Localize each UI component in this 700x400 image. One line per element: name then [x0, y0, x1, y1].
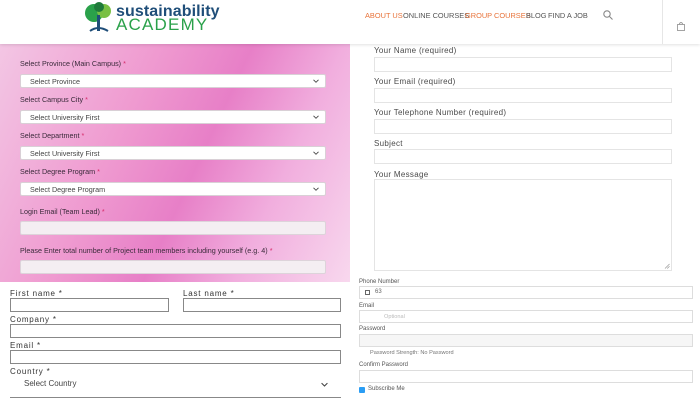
contact-phone-input[interactable]	[374, 119, 672, 134]
phone-code: 63	[375, 289, 382, 295]
chevron-down-icon	[313, 115, 319, 119]
nav-find-a-job[interactable]: FIND A JOB	[548, 11, 588, 20]
nav-online-courses[interactable]: ONLINE COURSES	[403, 11, 469, 20]
last-name-input[interactable]	[183, 298, 341, 312]
campus-city-label: Select Campus City *	[20, 95, 88, 104]
province-select[interactable]: Select Province	[20, 74, 326, 88]
contact-email-input[interactable]	[374, 88, 672, 103]
chevron-down-icon	[313, 79, 319, 83]
email-label: Email *	[10, 341, 41, 350]
team-members-label: Please Enter total number of Project tea…	[20, 246, 273, 255]
account-email-input[interactable]: Optional	[359, 310, 693, 323]
contact-subject-input[interactable]	[374, 149, 672, 164]
bag-icon	[677, 22, 685, 31]
confirm-password-label: Confirm Password	[359, 362, 409, 368]
contact-phone-label: Your Telephone Number (required)	[374, 108, 507, 117]
subscribe-label: Subscribe Me	[368, 386, 405, 392]
account-email-placeholder: Optional	[384, 314, 405, 320]
degree-label: Select Degree Program *	[20, 167, 100, 176]
contact-name-input[interactable]	[374, 57, 672, 72]
chevron-down-icon	[313, 151, 319, 155]
department-select[interactable]: Select University First	[20, 146, 326, 160]
password-strength-text: Password Strength: No Password	[370, 350, 454, 356]
company-input[interactable]	[10, 324, 341, 338]
site-header: sustainability ACADEMY ABOUT US ONLINE C…	[0, 0, 700, 44]
nav-about-us[interactable]: ABOUT US	[365, 11, 403, 20]
contact-subject-label: Subject	[374, 139, 403, 148]
nav-blog[interactable]: BLOG	[526, 11, 547, 20]
login-email-label: Login Email (Team Lead) *	[20, 207, 105, 216]
email-input[interactable]	[10, 350, 341, 364]
department-label: Select Department *	[20, 131, 85, 140]
campus-city-select[interactable]: Select University First	[20, 110, 326, 124]
contact-message-textarea[interactable]	[374, 179, 672, 271]
contact-email-label: Your Email (required)	[374, 77, 456, 86]
password-input[interactable]	[359, 334, 693, 347]
confirm-password-input[interactable]	[359, 370, 693, 383]
contact-name-label: Your Name (required)	[374, 46, 457, 55]
password-label: Password	[359, 326, 386, 332]
team-members-input[interactable]	[20, 260, 326, 274]
degree-select[interactable]: Select Degree Program	[20, 182, 326, 196]
account-email-label: Email	[359, 303, 375, 309]
subscribe-checkbox[interactable]	[359, 387, 365, 393]
login-email-input[interactable]	[20, 221, 326, 235]
cart-button[interactable]	[662, 0, 700, 44]
country-select-underline	[10, 397, 341, 398]
first-name-input[interactable]	[10, 298, 169, 312]
country-select[interactable]: Select Country	[10, 377, 340, 392]
logo-text-bottom: ACADEMY	[116, 15, 209, 34]
chevron-down-icon	[321, 382, 328, 387]
search-icon[interactable]	[602, 9, 614, 21]
nav-group-courses[interactable]: GROUP COURSES	[465, 11, 531, 20]
country-label: Country *	[10, 367, 51, 376]
logo-mark-icon	[85, 2, 111, 32]
phone-number-label: Phone Number	[359, 279, 400, 285]
site-logo[interactable]: sustainability ACADEMY	[82, 1, 232, 35]
chevron-down-icon	[313, 187, 319, 191]
country-flag-icon[interactable]	[365, 290, 370, 295]
province-label: Select Province (Main Campus) *	[20, 59, 126, 68]
company-label: Company *	[10, 315, 57, 324]
phone-number-input[interactable]: 63	[359, 286, 693, 299]
last-name-label: Last name *	[183, 289, 235, 298]
resize-grip-icon[interactable]	[664, 263, 670, 269]
first-name-label: First name *	[10, 289, 63, 298]
contact-message-label: Your Message	[374, 170, 429, 179]
